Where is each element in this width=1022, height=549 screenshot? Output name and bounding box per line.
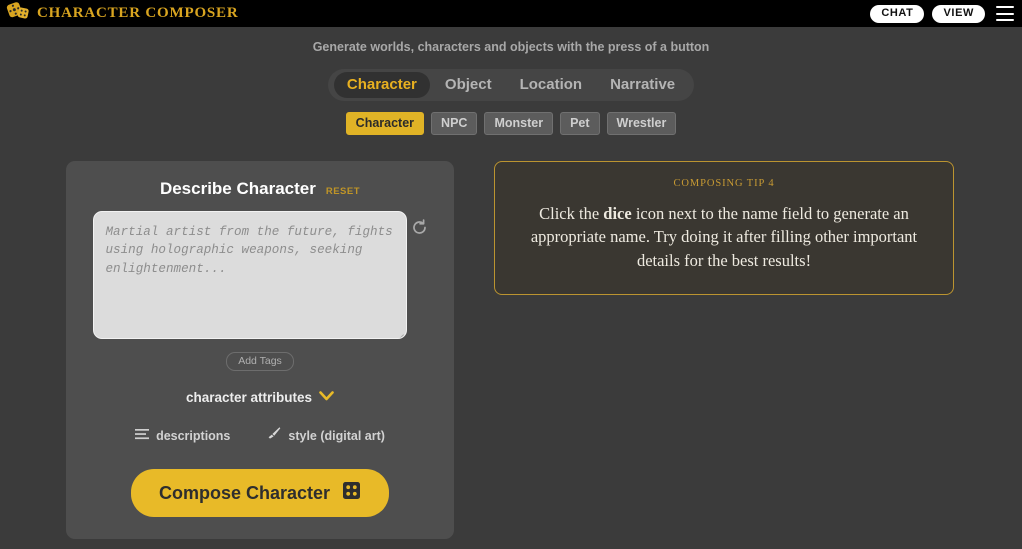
compose-button-label: Compose Character: [158, 482, 331, 503]
resize-grip[interactable]: [393, 325, 406, 338]
refresh-icon[interactable]: [411, 219, 428, 236]
tab-narrative[interactable]: Narrative: [597, 72, 688, 98]
compose-character-button[interactable]: Compose Character: [130, 469, 390, 517]
panel-header: Describe Character RESET: [66, 179, 454, 199]
add-tags-button[interactable]: Add Tags: [226, 352, 294, 371]
tip-text-bold: dice: [603, 204, 632, 223]
style-label: style (digital art): [288, 428, 385, 443]
primary-tabs: Character Object Location Narrative: [0, 69, 1022, 101]
tab-object[interactable]: Object: [432, 72, 505, 98]
dice-icon: [6, 2, 30, 25]
subtab-character[interactable]: Character: [345, 112, 425, 135]
chat-button[interactable]: CHAT: [870, 4, 925, 23]
options-row: descriptions style (digital art): [66, 426, 454, 445]
description-row: Martial artist from the future, fights u…: [66, 211, 454, 339]
top-header-bar: CHARACTER COMPOSER CHAT VIEW: [0, 0, 1022, 27]
main-content: Describe Character RESET Martial artist …: [0, 161, 1022, 539]
compose-row: Compose Character: [66, 469, 454, 517]
style-option[interactable]: style (digital art): [266, 426, 385, 445]
description-placeholder: Martial artist from the future, fights u…: [105, 225, 393, 276]
description-textarea[interactable]: Martial artist from the future, fights u…: [92, 211, 407, 339]
reset-button[interactable]: RESET: [326, 186, 360, 197]
describe-character-panel: Describe Character RESET Martial artist …: [66, 161, 454, 539]
tagline: Generate worlds, characters and objects …: [312, 40, 710, 54]
tip-text-before: Click the: [539, 204, 604, 223]
sub-tabs: Character NPC Monster Pet Wrestler: [0, 112, 1022, 135]
hamburger-menu-icon[interactable]: [996, 6, 1014, 21]
tab-location[interactable]: Location: [507, 72, 596, 98]
dice-icon: [342, 481, 361, 505]
descriptions-option[interactable]: descriptions: [135, 427, 230, 445]
tab-character[interactable]: Character: [333, 72, 430, 98]
subtab-monster[interactable]: Monster: [484, 112, 554, 135]
descriptions-label: descriptions: [156, 428, 231, 443]
tip-text: Click the dice icon next to the name fie…: [521, 202, 927, 272]
page-title: Describe Character: [159, 179, 316, 198]
brand: CHARACTER COMPOSER: [6, 2, 239, 25]
character-attributes-toggle[interactable]: character attributes: [66, 388, 454, 406]
paintbrush-icon: [266, 426, 281, 445]
subtab-wrestler[interactable]: Wrestler: [606, 112, 677, 135]
add-tags-row: Add Tags: [66, 352, 454, 371]
composing-tip-panel: COMPOSING TIP 4 Click the dice icon next…: [494, 161, 954, 296]
chevron-down-icon: [319, 388, 334, 406]
view-button[interactable]: VIEW: [932, 4, 985, 23]
app-title: CHARACTER COMPOSER: [37, 5, 239, 21]
subtab-npc[interactable]: NPC: [431, 112, 478, 135]
header-actions: CHAT VIEW: [870, 4, 1014, 23]
list-lines-icon: [135, 427, 150, 445]
subtab-pet[interactable]: Pet: [560, 112, 600, 135]
character-attributes-label: character attributes: [185, 389, 313, 405]
tip-kicker: COMPOSING TIP 4: [673, 178, 775, 189]
